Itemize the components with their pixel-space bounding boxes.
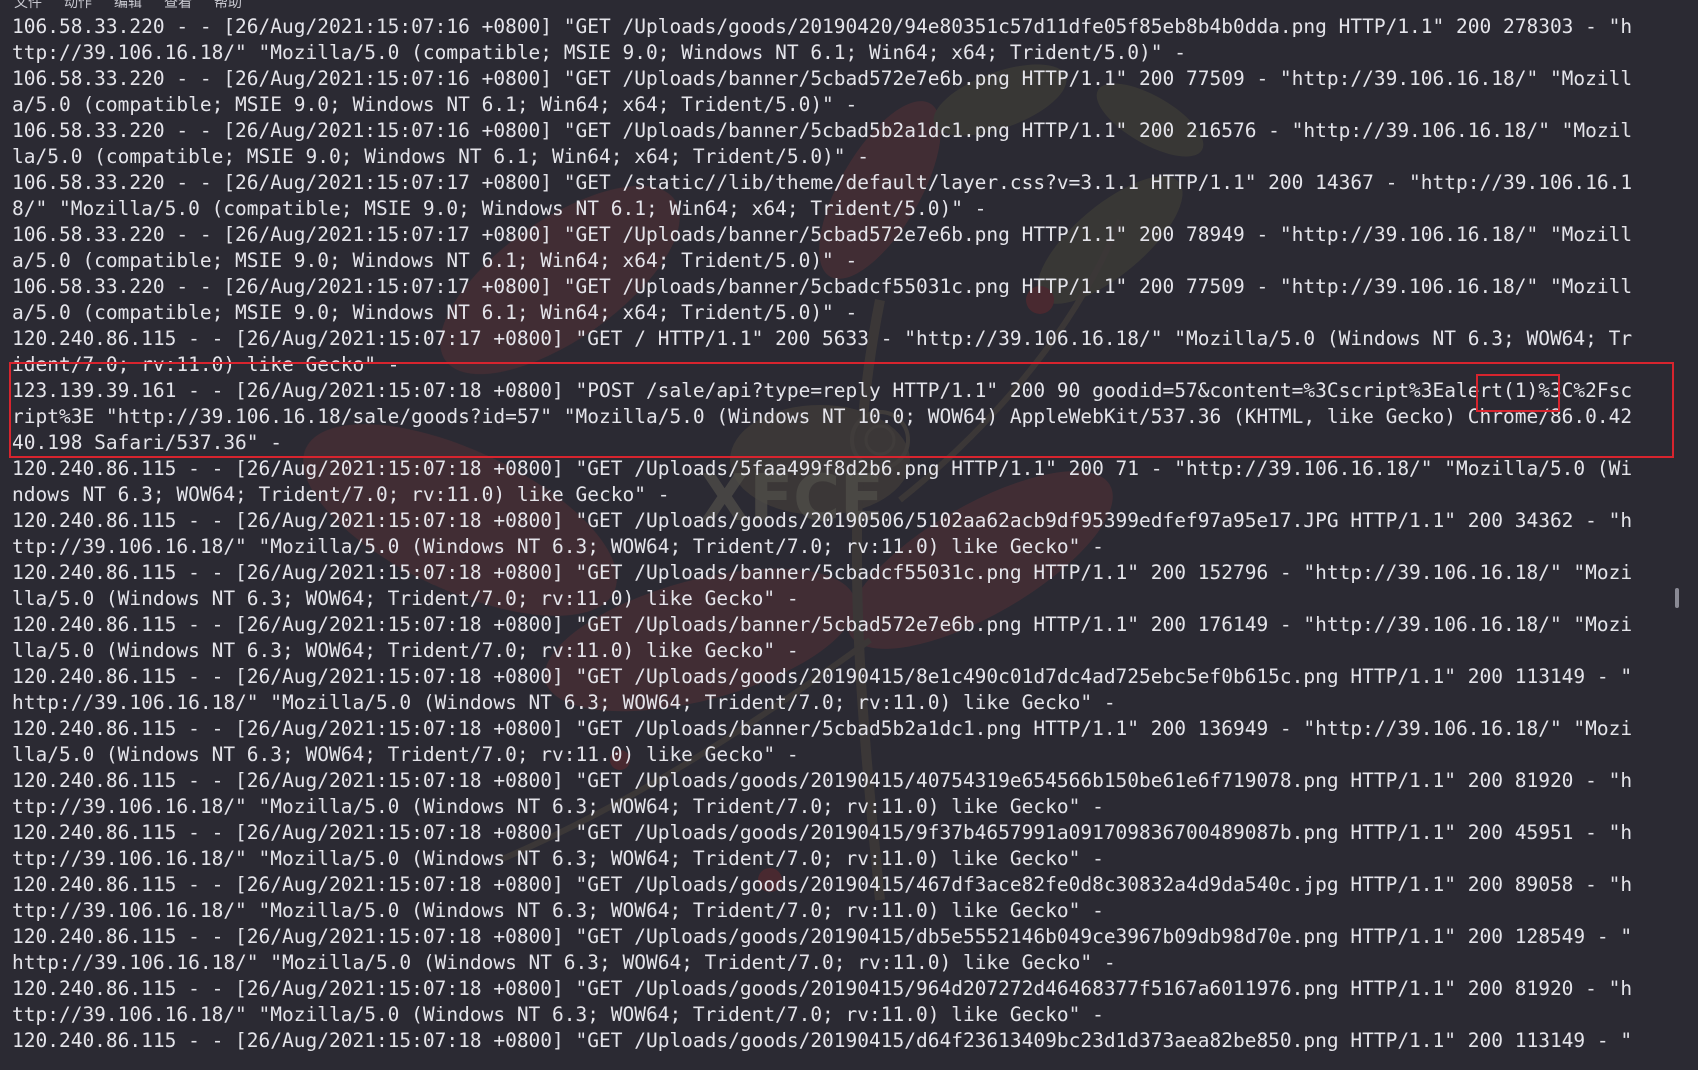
log-line: a/5.0 (compatible; MSIE 9.0; Windows NT … [12, 93, 858, 116]
log-line: 106.58.33.220 - - [26/Aug/2021:15:07:16 … [12, 15, 1633, 38]
menu-help[interactable]: 帮助 [214, 0, 242, 10]
scrollbar-thumb[interactable] [1675, 588, 1679, 608]
log-line: 120.240.86.115 - - [26/Aug/2021:15:07:18… [12, 977, 1633, 1000]
log-line: 120.240.86.115 - - [26/Aug/2021:15:07:18… [12, 821, 1633, 844]
log-line: http://39.106.16.18/" "Mozilla/5.0 (Wind… [12, 691, 1116, 714]
log-line: lla/5.0 (Windows NT 6.3; WOW64; Trident/… [12, 639, 799, 662]
log-line: 120.240.86.115 - - [26/Aug/2021:15:07:18… [12, 613, 1633, 636]
menu-view[interactable]: 查看 [164, 0, 192, 10]
menu-edit[interactable]: 编辑 [114, 0, 142, 10]
log-line: ndows NT 6.3; WOW64; Trident/7.0; rv:11.… [12, 483, 670, 506]
log-line: 106.58.33.220 - - [26/Aug/2021:15:07:16 … [12, 67, 1633, 90]
log-line: 123.139.39.161 - - [26/Aug/2021:15:07:18… [12, 379, 1633, 402]
log-line: 120.240.86.115 - - [26/Aug/2021:15:07:18… [12, 873, 1633, 896]
log-line: ttp://39.106.16.18/" "Mozilla/5.0 (Windo… [12, 847, 1104, 870]
log-line: 120.240.86.115 - - [26/Aug/2021:15:07:18… [12, 457, 1633, 480]
log-line: ident/7.0; rv:11.0) like Gecko" - [12, 353, 400, 376]
log-line: a/5.0 (compatible; MSIE 9.0; Windows NT … [12, 301, 858, 324]
log-line: ttp://39.106.16.18/" "Mozilla/5.0 (Windo… [12, 795, 1104, 818]
log-line: 120.240.86.115 - - [26/Aug/2021:15:07:18… [12, 665, 1633, 688]
log-line: lla/5.0 (Windows NT 6.3; WOW64; Trident/… [12, 587, 799, 610]
log-line: ttp://39.106.16.18/" "Mozilla/5.0 (Windo… [12, 1003, 1104, 1026]
log-line: ttp://39.106.16.18/" "Mozilla/5.0 (Windo… [12, 535, 1104, 558]
terminal-log-output[interactable]: 106.58.33.220 - - [26/Aug/2021:15:07:16 … [12, 14, 1676, 1054]
log-line: a/5.0 (compatible; MSIE 9.0; Windows NT … [12, 249, 858, 272]
log-line: ript%3E "http://39.106.16.18/sale/goods?… [12, 405, 1633, 428]
log-line: ttp://39.106.16.18/" "Mozilla/5.0 (Windo… [12, 899, 1104, 922]
log-line: 120.240.86.115 - - [26/Aug/2021:15:07:18… [12, 561, 1633, 584]
log-line: 8/" "Mozilla/5.0 (compatible; MSIE 9.0; … [12, 197, 987, 220]
log-line: 120.240.86.115 - - [26/Aug/2021:15:07:17… [12, 327, 1633, 350]
log-line: 106.58.33.220 - - [26/Aug/2021:15:07:17 … [12, 223, 1633, 246]
log-line: 120.240.86.115 - - [26/Aug/2021:15:07:18… [12, 925, 1633, 948]
log-line: 120.240.86.115 - - [26/Aug/2021:15:07:18… [12, 769, 1633, 792]
log-line: 106.58.33.220 - - [26/Aug/2021:15:07:16 … [12, 119, 1633, 142]
log-line: 106.58.33.220 - - [26/Aug/2021:15:07:17 … [12, 171, 1633, 194]
log-line: 40.198 Safari/537.36" - [12, 431, 283, 454]
log-line: 120.240.86.115 - - [26/Aug/2021:15:07:18… [12, 509, 1633, 532]
log-line: lla/5.0 (Windows NT 6.3; WOW64; Trident/… [12, 743, 799, 766]
log-line: 106.58.33.220 - - [26/Aug/2021:15:07:17 … [12, 275, 1633, 298]
menubar: 文件 动作 编辑 查看 帮助 [0, 0, 1698, 10]
menu-action[interactable]: 动作 [64, 0, 92, 10]
menu-file[interactable]: 文件 [14, 0, 42, 10]
log-line: la/5.0 (compatible; MSIE 9.0; Windows NT… [12, 145, 870, 168]
log-line: ttp://39.106.16.18/" "Mozilla/5.0 (compa… [12, 41, 1186, 64]
log-line: 120.240.86.115 - - [26/Aug/2021:15:07:18… [12, 1029, 1633, 1052]
log-line: http://39.106.16.18/" "Mozilla/5.0 (Wind… [12, 951, 1116, 974]
log-line: 120.240.86.115 - - [26/Aug/2021:15:07:18… [12, 717, 1633, 740]
